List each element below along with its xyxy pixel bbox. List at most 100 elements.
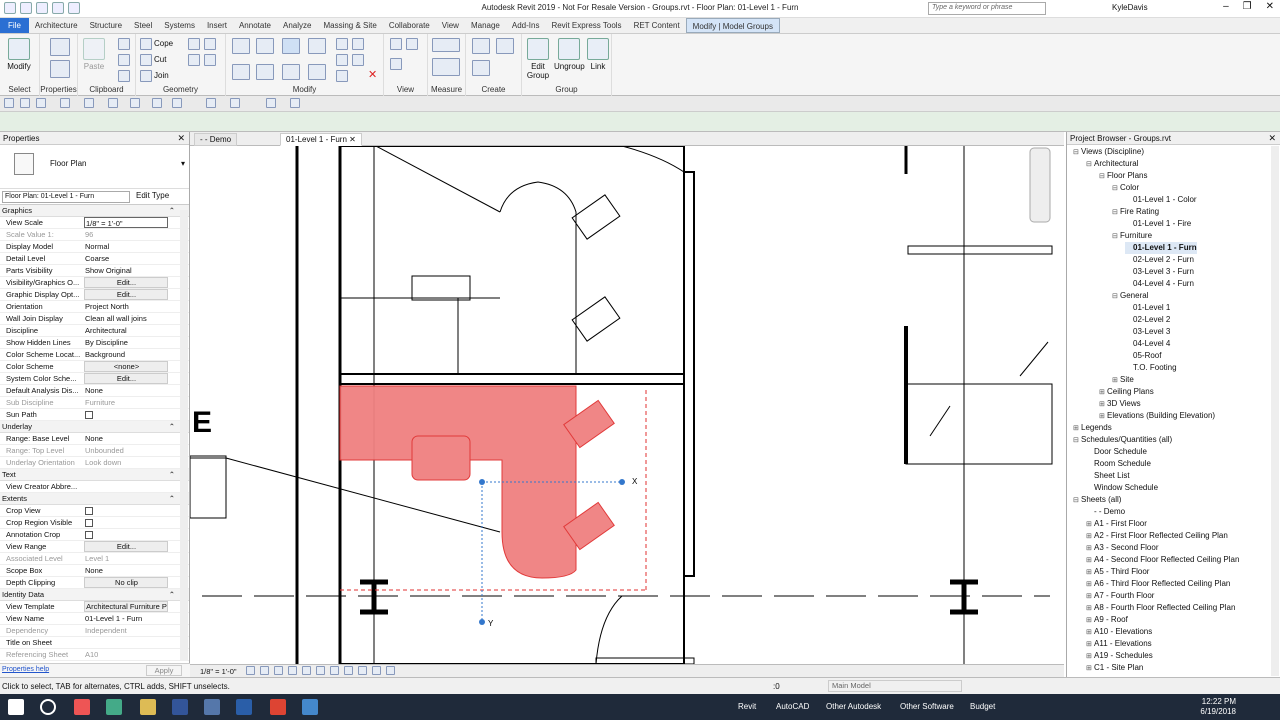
copy-icon[interactable] xyxy=(118,54,130,66)
panel-label[interactable]: Select xyxy=(0,85,39,94)
property-value[interactable]: Edit... xyxy=(84,277,168,288)
revit-icon[interactable] xyxy=(236,699,252,715)
sync-icon[interactable] xyxy=(36,98,46,108)
property-value[interactable]: None xyxy=(84,433,168,444)
search-input[interactable]: Type a keyword or phrase xyxy=(928,2,1046,15)
browser-item[interactable]: 04-Level 4 - Furn xyxy=(1125,278,1194,290)
detail-level-icon[interactable] xyxy=(246,666,255,675)
measure-icon[interactable] xyxy=(432,38,460,52)
save-file-icon[interactable] xyxy=(20,98,30,108)
tab-view[interactable]: View xyxy=(436,18,465,33)
expand-toggle-icon[interactable]: ⊟ xyxy=(1112,291,1120,303)
split-face-icon[interactable] xyxy=(188,38,200,50)
match-properties-icon[interactable] xyxy=(118,70,130,82)
reveal-constraints-icon[interactable] xyxy=(372,666,381,675)
worksharing-icon[interactable] xyxy=(386,666,395,675)
create-parts-icon[interactable] xyxy=(472,38,490,54)
property-value[interactable]: By Discipline xyxy=(84,337,168,348)
cut-icon[interactable] xyxy=(118,38,130,50)
create-group-icon[interactable] xyxy=(496,38,514,54)
instance-filter-select[interactable]: Floor Plan: 01-Level 1 - Furn xyxy=(2,191,130,203)
property-value[interactable]: Architectural Furniture P xyxy=(84,601,168,612)
create-assembly-icon[interactable] xyxy=(472,60,490,76)
property-value[interactable]: Edit... xyxy=(84,289,168,300)
edit-group-button[interactable]: Edit Group xyxy=(526,38,550,80)
ungroup-button[interactable]: Ungroup xyxy=(554,38,585,71)
cut-geometry-icon[interactable] xyxy=(140,54,152,66)
move-icon[interactable] xyxy=(232,64,250,80)
property-checkbox[interactable] xyxy=(84,517,168,528)
temporary-hide-icon[interactable] xyxy=(316,666,325,675)
highlight-displacement-icon[interactable] xyxy=(358,666,367,675)
collapse-icon[interactable]: ⌃ xyxy=(169,421,175,433)
demolish-icon[interactable] xyxy=(204,54,216,66)
search-icon[interactable] xyxy=(40,699,56,715)
expand-toggle-icon[interactable]: ⊟ xyxy=(1073,435,1081,447)
expand-toggle-icon[interactable]: ⊟ xyxy=(1112,183,1120,195)
browser-scrollbar[interactable] xyxy=(1271,146,1279,676)
property-value[interactable]: 01-Level 1 - Furn xyxy=(84,613,168,624)
property-value[interactable] xyxy=(84,481,168,492)
powerpoint-icon[interactable] xyxy=(270,699,286,715)
tab-ret-content[interactable]: RET Content xyxy=(628,18,686,33)
property-section[interactable]: Text ⌃ xyxy=(0,469,189,481)
cope-button[interactable]: Cope xyxy=(154,39,173,48)
property-value[interactable]: Edit... xyxy=(84,373,168,384)
close-icon[interactable]: ✕ xyxy=(349,135,356,144)
close-icon[interactable]: ✕ xyxy=(177,133,185,144)
property-section[interactable]: Extents ⌃ xyxy=(0,493,189,505)
minimize-icon[interactable]: – xyxy=(1223,1,1229,12)
chevron-down-icon[interactable]: ▾ xyxy=(181,159,185,168)
type-properties-icon[interactable] xyxy=(50,38,70,56)
measure-small-icon[interactable] xyxy=(130,98,140,108)
close-hidden-icon[interactable] xyxy=(266,98,276,108)
properties-icon[interactable] xyxy=(50,60,70,78)
tab-steel[interactable]: Steel xyxy=(128,18,158,33)
property-value[interactable]: Normal xyxy=(84,241,168,252)
view-scale[interactable]: 1/8" = 1'-0" xyxy=(200,667,237,676)
delete-icon[interactable]: ✕ xyxy=(368,68,377,81)
expand-toggle-icon[interactable]: ⊟ xyxy=(1073,147,1081,159)
property-checkbox[interactable] xyxy=(84,529,168,540)
property-value[interactable]: Coarse xyxy=(84,253,168,264)
expand-toggle-icon[interactable]: ⊟ xyxy=(1112,231,1120,243)
expand-toggle-icon[interactable]: ⊞ xyxy=(1086,663,1094,675)
tab-architecture[interactable]: Architecture xyxy=(29,18,84,33)
rotate-icon[interactable] xyxy=(282,64,300,80)
browser-item[interactable]: 01-Level 1 - Furn xyxy=(1125,242,1197,254)
tab-revit-express-tools[interactable]: Revit Express Tools xyxy=(545,18,627,33)
browser-item[interactable]: Window Schedule xyxy=(1086,482,1158,494)
modify-button[interactable]: Modify xyxy=(4,38,34,71)
expand-toggle-icon[interactable]: ⊟ xyxy=(1086,159,1094,171)
folder-icon[interactable] xyxy=(140,699,156,715)
property-section[interactable]: Underlay ⌃ xyxy=(0,421,189,433)
type-selector[interactable]: Floor Plan ▾ xyxy=(0,145,189,189)
expand-toggle-icon[interactable]: ⊟ xyxy=(1073,495,1081,507)
browser-item[interactable]: 03-Level 3 xyxy=(1125,326,1170,338)
copy-element-icon[interactable] xyxy=(256,64,274,80)
tab-annotate[interactable]: Annotate xyxy=(233,18,277,33)
tab-manage[interactable]: Manage xyxy=(465,18,506,33)
collapse-icon[interactable]: ⌃ xyxy=(169,205,175,217)
text-icon[interactable] xyxy=(152,98,162,108)
taskbar-other-software[interactable]: Other Software xyxy=(900,702,954,711)
checkbox[interactable] xyxy=(85,507,93,515)
browser-item[interactable]: Door Schedule xyxy=(1086,446,1147,458)
app-icon[interactable] xyxy=(302,699,318,715)
drawing-canvas[interactable]: X Y E xyxy=(190,146,1064,664)
tab-level1-furn[interactable]: 01-Level 1 - Furn ✕ xyxy=(280,133,362,146)
property-value[interactable]: <none> xyxy=(84,361,168,372)
tab-structure[interactable]: Structure xyxy=(84,18,128,33)
section-icon[interactable] xyxy=(206,98,216,108)
align-icon[interactable] xyxy=(232,38,250,54)
expand-toggle-icon[interactable]: ⊟ xyxy=(1112,207,1120,219)
link-button[interactable]: Link xyxy=(586,38,610,71)
close-icon[interactable]: ✕ xyxy=(1266,1,1274,12)
edit-type-button[interactable]: Edit Type xyxy=(136,191,169,200)
sun-path-icon[interactable] xyxy=(274,666,283,675)
browser-item[interactable]: 01-Level 1 - Color xyxy=(1125,194,1197,206)
tab-modify-model-groups[interactable]: Modify | Model Groups xyxy=(685,18,781,33)
expand-toggle-icon[interactable]: ⊟ xyxy=(1099,171,1107,183)
visual-style-icon[interactable] xyxy=(260,666,269,675)
chrome-icon-2[interactable] xyxy=(106,699,122,715)
